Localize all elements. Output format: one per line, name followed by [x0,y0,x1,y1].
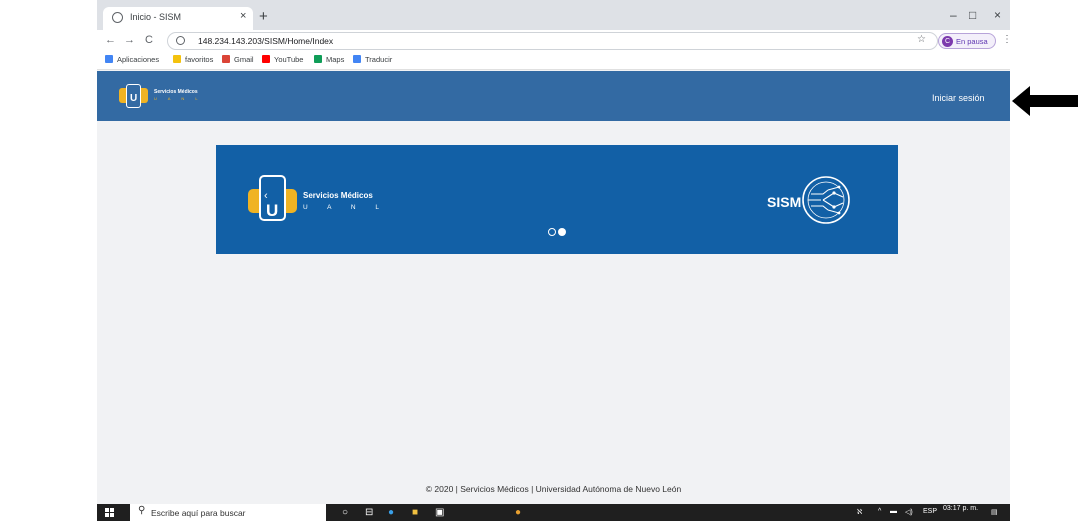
search-placeholder: Escribe aquí para buscar [151,508,246,518]
bookmark-label: Gmail [234,55,254,64]
search-icon: ⚲ [138,505,146,516]
close-tab-button[interactable]: × [240,10,246,22]
page-footer: © 2020 | Servicios Médicos | Universidad… [425,484,682,494]
sism-logo-text: SISM [767,194,802,210]
browser-toolbar: ← → C [97,30,1010,52]
globe-icon [112,12,123,23]
bookmark-traducir[interactable]: Traducir [353,55,392,64]
carousel-dot-1[interactable] [548,228,556,236]
close-window-button[interactable]: × [994,8,1001,22]
tab-strip: Inicio - SISM × + – □ × [97,0,1010,30]
battery-icon[interactable]: ▬ [890,508,897,515]
banner-title: Servicios Médicos [303,191,373,200]
edge-icon[interactable]: ● [388,507,394,518]
browser-menu-icon[interactable]: ⋮ [1002,34,1010,45]
bookmark-youtube[interactable]: YouTube [262,55,303,64]
youtube-icon [262,55,270,63]
bookmark-label: Traducir [365,55,393,64]
screenshot-stage: Inicio - SISM × + – □ × ← → C ☆ C En pau… [0,0,1078,521]
bookmark-label: YouTube [274,55,304,64]
bookmark-aplicaciones[interactable]: Aplicaciones [105,55,159,64]
profile-status: En pausa [956,37,988,46]
windows-start-icon[interactable] [105,508,115,518]
browser-window: Inicio - SISM × + – □ × ← → C ☆ C En pau… [97,0,1010,521]
maximize-button[interactable]: □ [969,8,976,22]
sism-globe-icon [802,176,850,224]
banner-carousel: ‹ U Servicios Médicos U A N L SISM [216,145,898,254]
clock[interactable]: 03:17 p. m. [943,505,978,512]
notifications-icon[interactable]: ▤ [991,508,998,516]
windows-taskbar: ⚲ Escribe aquí para buscar ○ ⊟ ● ■ ▣ ● ℵ… [97,504,1010,521]
url-input[interactable] [198,34,798,48]
bookmark-label: Aplicaciones [117,55,160,64]
uanl-logo-icon[interactable]: U [119,84,151,108]
tab-inicio-sism[interactable]: Inicio - SISM × [103,7,253,30]
annotation-arrow-icon [1012,86,1078,116]
uanl-medical-logo-icon: ‹ U [248,175,300,223]
profile-button[interactable]: C En pausa [938,33,996,49]
people-icon[interactable]: ℵ [857,508,862,516]
site-info-icon[interactable] [176,36,185,45]
carousel-dot-2[interactable] [558,228,566,236]
taskbar-search-box[interactable]: ⚲ Escribe aquí para buscar [130,504,326,521]
address-bar[interactable] [167,32,938,50]
store-icon[interactable]: ▣ [435,507,444,518]
bookmark-maps[interactable]: Maps [314,55,344,64]
bookmark-favoritos[interactable]: favoritos [173,55,213,64]
cortana-icon[interactable]: ○ [342,507,348,518]
tray-chevron-icon[interactable]: ^ [878,508,881,515]
task-view-icon[interactable]: ⊟ [365,507,373,518]
gmail-icon [222,55,230,63]
chrome-icon[interactable]: ● [515,507,521,518]
bookmarks-bar: Aplicaciones favoritos Gmail YouTube Map… [97,52,1010,70]
volume-icon[interactable]: ◁) [905,508,913,516]
file-explorer-icon[interactable]: ■ [412,507,418,518]
back-button[interactable]: ← [105,34,116,47]
translate-icon [353,55,361,63]
header-brand-name: Servicios Médicos [154,89,198,95]
bookmark-gmail[interactable]: Gmail [222,55,254,64]
forward-button[interactable]: → [124,34,135,47]
tab-title: Inicio - SISM [130,12,182,22]
header-brand-sub: U A N L [154,96,203,101]
banner-subtitle: U A N L [303,204,389,211]
avatar: C [942,36,953,47]
bookmark-label: Maps [326,55,345,64]
language-indicator[interactable]: ESP [923,508,937,515]
minimize-button[interactable]: – [950,8,957,22]
maps-pin-icon [314,55,322,63]
site-header: U Servicios Médicos U A N L Iniciar sesi… [97,71,1010,121]
bookmark-star-icon[interactable]: ☆ [917,34,926,45]
reload-button[interactable]: C [145,34,153,47]
folder-icon [173,55,181,63]
login-link[interactable]: Iniciar sesión [932,93,985,103]
new-tab-button[interactable]: + [259,9,268,24]
apps-icon [105,55,113,63]
bookmark-label: favoritos [185,55,214,64]
